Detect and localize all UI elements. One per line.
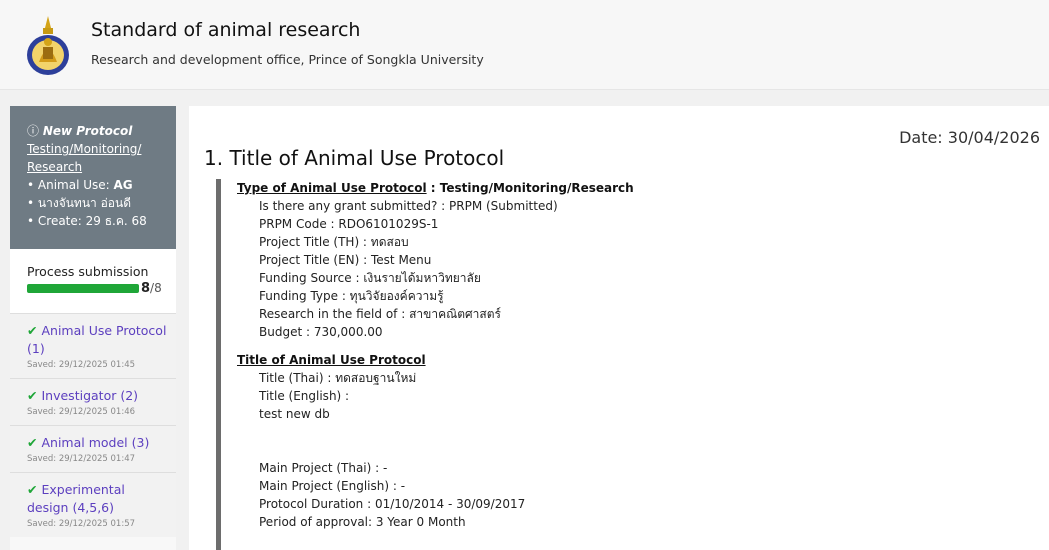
step-animal-use-protocol[interactable]: ✔ Animal Use Protocol (1) Saved: 29/12/20… xyxy=(10,313,176,378)
university-seal-logo xyxy=(27,16,69,75)
grant-submitted: Is there any grant submitted? : PRPM (Su… xyxy=(259,199,558,213)
protocol-info-box: ⓘ New Protocol Testing/Monitoring/ Resea… xyxy=(10,106,176,249)
checkmark-icon: ✔ xyxy=(27,435,38,450)
research-field: Research in the field of : สาขาคณิตศาสตร… xyxy=(259,307,501,321)
sidebar: ⓘ New Protocol Testing/Monitoring/ Resea… xyxy=(10,106,176,550)
project-title-en: Project Title (EN) : Test Menu xyxy=(259,253,432,267)
created-date: • Create: 29 ธ.ค. 68 xyxy=(27,214,147,228)
protocol-duration: Protocol Duration : 01/10/2014 - 30/09/2… xyxy=(259,497,526,511)
progress-bar-fill xyxy=(27,284,139,293)
budget: Budget : 730,000.00 xyxy=(259,325,383,339)
site-title: Standard of animal research xyxy=(91,19,361,41)
checkmark-icon: ✔ xyxy=(27,388,38,403)
project-title-th: Project Title (TH) : ทดสอบ xyxy=(259,235,409,249)
animal-use: • Animal Use: AG xyxy=(27,178,133,192)
main-content: Date: 30/04/2026 1. Title of Animal Use … xyxy=(189,106,1049,550)
period-of-approval: Period of approval: 3 Year 0 Month xyxy=(259,515,466,529)
title-section-heading: Title of Animal Use Protocol xyxy=(237,353,426,367)
progress-bar xyxy=(27,284,139,293)
document-date: Date: 30/04/2026 xyxy=(899,128,1040,147)
progress-label: Process submission xyxy=(27,264,149,279)
page-title: 1. Title of Animal Use Protocol xyxy=(204,146,505,170)
process-progress: Process submission 8/8 xyxy=(10,249,176,313)
step-investigator[interactable]: ✔ Investigator (2) Saved: 29/12/2025 01:4… xyxy=(10,378,176,425)
prpm-code: PRPM Code : RDO6101029S-1 xyxy=(259,217,439,231)
owner-name: • นางจันทนา อ่อนดี xyxy=(27,196,132,210)
funding-type: Funding Type : ทุนวิจัยองค์ความรู้ xyxy=(259,289,444,303)
saved-timestamp: Saved: 29/12/2025 01:46 xyxy=(27,407,136,417)
checkmark-icon: ✔ xyxy=(27,482,38,497)
saved-timestamp: Saved: 29/12/2025 01:57 xyxy=(27,519,136,529)
step-animal-model[interactable]: ✔ Animal model (3) Saved: 29/12/2025 01:4… xyxy=(10,425,176,472)
saved-timestamp: Saved: 29/12/2025 01:47 xyxy=(27,454,136,464)
info-icon: ⓘ xyxy=(27,124,40,138)
type-of-protocol-heading: Type of Animal Use Protocol : Testing/Mo… xyxy=(237,181,634,195)
protocol-details: Type of Animal Use Protocol : Testing/Mo… xyxy=(216,179,916,550)
progress-count: 8/8 xyxy=(141,281,162,296)
protocol-status: ⓘ New Protocol xyxy=(27,124,133,138)
title-english-value: test new db xyxy=(259,407,330,421)
funding-source: Funding Source : เงินรายได้มหาวิทยาลัย xyxy=(259,271,481,285)
main-project-english: Main Project (English) : - xyxy=(259,479,406,493)
checkmark-icon: ✔ xyxy=(27,323,38,338)
step-experimental-design[interactable]: ✔ Experimental design (4,5,6) Saved: 29/1… xyxy=(10,472,176,537)
main-project-thai: Main Project (Thai) : - xyxy=(259,461,388,475)
protocol-type-link[interactable]: Testing/Monitoring/ Research xyxy=(27,140,169,176)
title-thai: Title (Thai) : ทดสอบฐานใหม่ xyxy=(259,371,417,385)
site-subtitle: Research and development office, Prince … xyxy=(91,52,484,67)
site-header: Standard of animal research Research and… xyxy=(0,0,1049,90)
title-english: Title (English) : xyxy=(259,389,350,403)
saved-timestamp: Saved: 29/12/2025 01:45 xyxy=(27,360,136,370)
